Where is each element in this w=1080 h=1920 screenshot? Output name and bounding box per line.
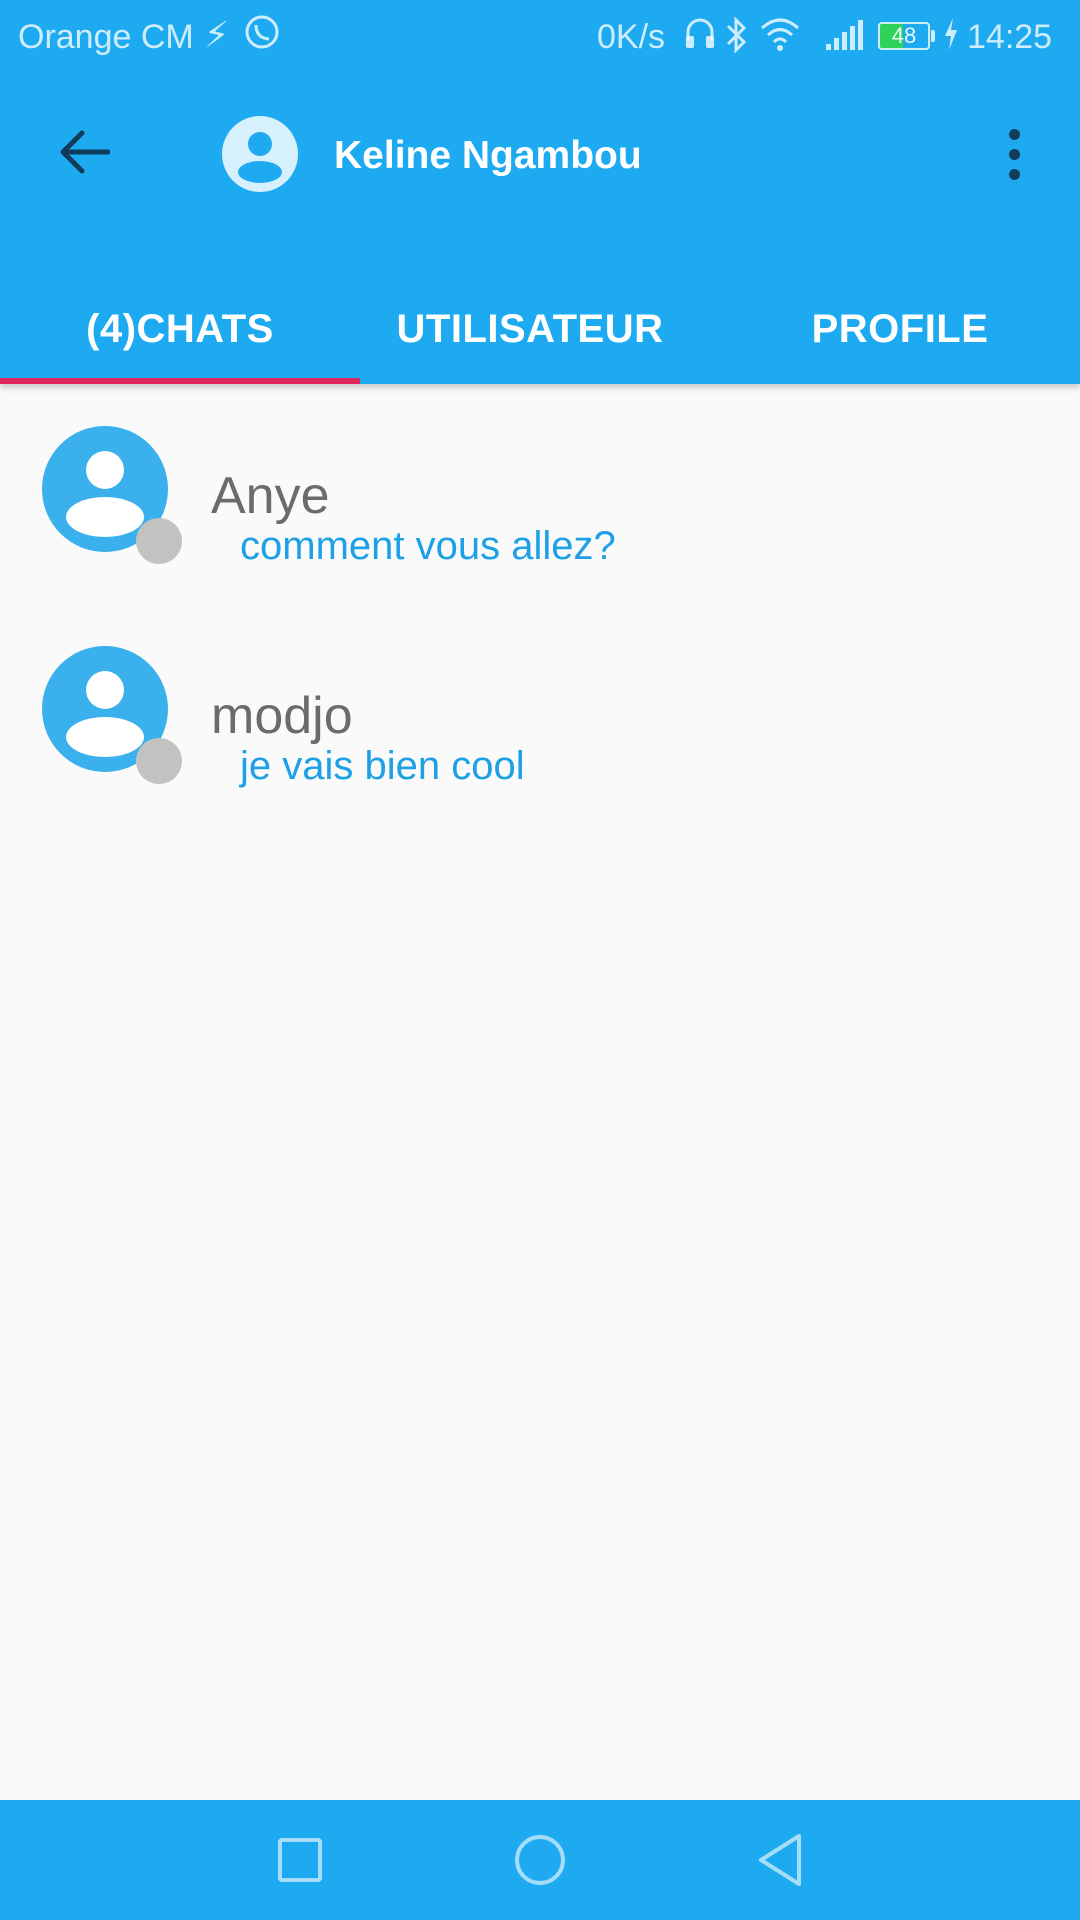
circle-icon bbox=[515, 1835, 565, 1885]
tab-utilisateur[interactable]: UTILISATEUR bbox=[360, 274, 700, 384]
tab-chats[interactable]: (4)CHATS bbox=[0, 274, 360, 384]
last-message: comment vous allez? bbox=[240, 524, 616, 568]
contact-name: Anye bbox=[211, 467, 330, 525]
recent-apps-button[interactable] bbox=[255, 1820, 345, 1900]
last-message: je vais bien cool bbox=[240, 744, 525, 788]
arrow-back-icon bbox=[58, 129, 111, 180]
list-item[interactable]: modjo je vais bien cool bbox=[0, 604, 1080, 824]
carrier-name: Orange CM bbox=[18, 18, 194, 56]
list-item[interactable]: Anye comment vous allez? bbox=[0, 384, 1080, 604]
network-speed: 0K/s bbox=[597, 18, 666, 56]
square-icon bbox=[278, 1838, 322, 1882]
back-nav-button[interactable] bbox=[735, 1820, 825, 1900]
contact-name: modjo bbox=[211, 687, 353, 745]
page-title: Keline Ngambou bbox=[334, 134, 642, 177]
battery-level: 48 bbox=[891, 23, 917, 48]
home-button[interactable] bbox=[495, 1820, 585, 1900]
wifi-icon bbox=[760, 18, 800, 61]
navigation-bar bbox=[0, 1800, 1080, 1920]
avatar[interactable] bbox=[222, 116, 298, 192]
overflow-menu-button[interactable] bbox=[990, 114, 1038, 194]
tab-profile[interactable]: PROFILE bbox=[720, 274, 1080, 384]
more-vert-dot bbox=[1008, 148, 1020, 160]
app-bar: Keline Ngambou (4)CHATS UTILISATEUR PROF… bbox=[0, 74, 1080, 384]
back-button[interactable] bbox=[44, 114, 124, 194]
status-bar: Orange CM ⚡︎ 0K/s 48 14:25 bbox=[0, 0, 1080, 74]
more-vert-dot bbox=[1008, 168, 1020, 180]
presence-indicator bbox=[136, 518, 182, 564]
headset-icon bbox=[684, 16, 716, 61]
clock: 14:25 bbox=[967, 18, 1053, 56]
charging-icon bbox=[942, 16, 960, 61]
bluetooth-icon bbox=[724, 16, 750, 63]
triangle-back-icon bbox=[759, 1834, 801, 1886]
tab-bar: (4)CHATS UTILISATEUR PROFILE bbox=[0, 274, 1080, 384]
battery-icon: 48 bbox=[878, 22, 930, 50]
more-vert-icon bbox=[1008, 128, 1020, 140]
tab-indicator bbox=[0, 378, 360, 384]
battery-tip bbox=[931, 30, 935, 42]
chat-list: Anye comment vous allez? modjo je vais b… bbox=[0, 384, 1080, 824]
presence-indicator bbox=[136, 738, 182, 784]
wifi-call-icon bbox=[244, 14, 280, 59]
person-icon bbox=[238, 132, 282, 183]
cell-signal-icon bbox=[824, 18, 864, 61]
usb-icon: ⚡︎ bbox=[204, 14, 230, 55]
